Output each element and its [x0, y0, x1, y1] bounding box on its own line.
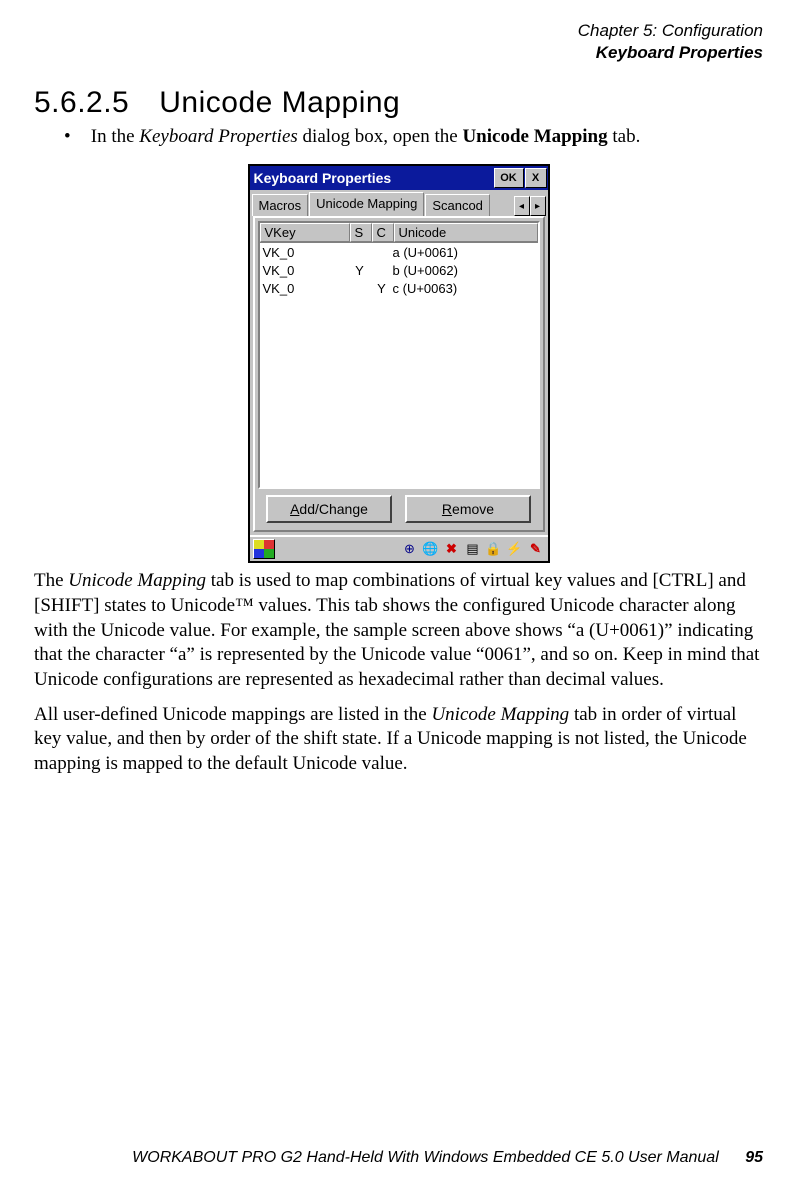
column-unicode[interactable]: Unicode: [394, 223, 538, 242]
keyboard-properties-dialog: Keyboard Properties OK X Macros Unicode …: [248, 164, 550, 563]
column-ctrl[interactable]: C: [372, 223, 394, 242]
tray-card-icon[interactable]: ▤: [464, 540, 482, 558]
tab-macros[interactable]: Macros: [252, 194, 309, 216]
footer-text: WORKABOUT PRO G2 Hand-Held With Windows …: [132, 1149, 719, 1166]
page-header: Chapter 5: Configuration Keyboard Proper…: [34, 20, 763, 64]
tray-lock-icon[interactable]: 🔒: [485, 540, 503, 558]
tray-pen-icon[interactable]: ✎: [527, 540, 545, 558]
section-number: 5.6.2.5: [34, 86, 129, 120]
column-header-row: VKey S C Unicode: [260, 223, 538, 243]
instruction-bullet: • In the Keyboard Properties dialog box,…: [64, 126, 763, 148]
dialog-screenshot: Keyboard Properties OK X Macros Unicode …: [34, 164, 763, 563]
section-title: Unicode Mapping: [159, 86, 400, 119]
paragraph-1: The Unicode Mapping tab is used to map c…: [34, 569, 763, 692]
paragraph-2: All user-defined Unicode mappings are li…: [34, 703, 763, 777]
mapping-list[interactable]: VKey S C Unicode VK_0 a (U+0061) VK_0 Y …: [258, 221, 540, 489]
ok-button[interactable]: OK: [494, 168, 524, 188]
tray-globe-icon[interactable]: 🌐: [422, 540, 440, 558]
dialog-title: Keyboard Properties: [254, 170, 494, 186]
button-row: Add/Change Remove: [258, 489, 540, 527]
tab-strip: Macros Unicode Mapping Scancod ◂ ▸: [250, 190, 548, 216]
list-item[interactable]: VK_0 Y b (U+0062): [260, 261, 538, 279]
column-vkey[interactable]: VKey: [260, 223, 350, 242]
tab-body: VKey S C Unicode VK_0 a (U+0061) VK_0 Y …: [253, 216, 545, 532]
tray-network-icon[interactable]: ⊕: [401, 540, 419, 558]
page-number: 95: [745, 1149, 763, 1166]
add-change-button[interactable]: Add/Change: [266, 495, 392, 523]
bullet-marker: •: [64, 126, 86, 148]
tab-scancode[interactable]: Scancod: [425, 194, 490, 216]
column-shift[interactable]: S: [350, 223, 372, 242]
remove-button[interactable]: Remove: [405, 495, 531, 523]
page-footer: WORKABOUT PRO G2 Hand-Held With Windows …: [34, 1149, 763, 1167]
taskbar: ⊕ 🌐 ✖ ▤ 🔒 ⚡ ✎: [250, 535, 548, 561]
section-label: Keyboard Properties: [34, 42, 763, 64]
titlebar: Keyboard Properties OK X: [250, 166, 548, 190]
tab-unicode-mapping[interactable]: Unicode Mapping: [309, 192, 424, 216]
list-item[interactable]: VK_0 a (U+0061): [260, 243, 538, 261]
tray-alert-icon[interactable]: ✖: [443, 540, 461, 558]
tab-scroll-right-icon[interactable]: ▸: [530, 196, 546, 216]
start-button-icon[interactable]: [253, 539, 275, 559]
tab-scroll-left-icon[interactable]: ◂: [514, 196, 530, 216]
close-button[interactable]: X: [525, 168, 547, 188]
section-heading: 5.6.2.5 Unicode Mapping: [34, 86, 763, 120]
list-item[interactable]: VK_0 Y c (U+0063): [260, 279, 538, 297]
chapter-label: Chapter 5: Configuration: [34, 20, 763, 42]
tray-plug-icon[interactable]: ⚡: [506, 540, 524, 558]
